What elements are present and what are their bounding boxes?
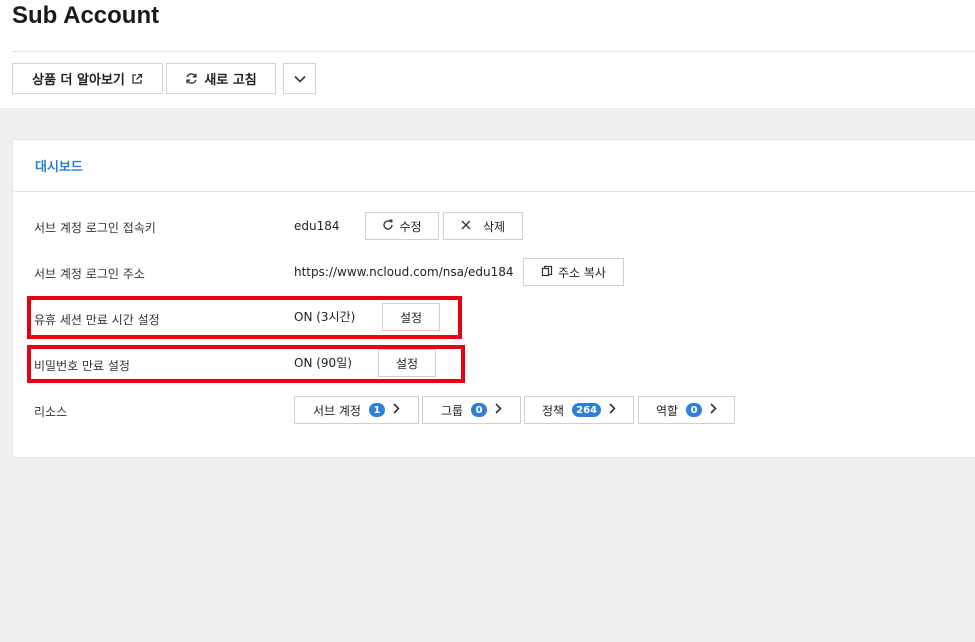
edit-label: 수정 <box>399 219 422 234</box>
resource-name: 서브 계정 <box>313 403 361 418</box>
chevron-right-icon <box>393 403 400 417</box>
resource-sub-account-button[interactable]: 서브 계정 1 <box>294 396 419 424</box>
login-key-value: edu184 <box>294 219 340 233</box>
resource-group-button[interactable]: 그룹 0 <box>422 396 521 424</box>
count-badge: 1 <box>368 403 385 417</box>
copy-icon <box>541 265 553 280</box>
close-icon <box>461 219 471 233</box>
header-divider <box>12 51 975 52</box>
learn-more-button[interactable]: 상품 더 알아보기 <box>12 63 163 94</box>
dashboard-title: 대시보드 <box>35 160 83 175</box>
resource-role-button[interactable]: 역할 0 <box>638 396 735 424</box>
resource-policy-button[interactable]: 정책 264 <box>524 396 634 424</box>
delete-login-key-button[interactable]: 삭제 <box>443 212 523 240</box>
copy-address-label: 주소 복사 <box>558 265 606 280</box>
password-expiry-highlight <box>27 345 465 383</box>
resource-name: 역할 <box>655 403 679 418</box>
login-key-label: 서브 계정 로그인 접속키 <box>34 221 156 235</box>
session-expiry-highlight <box>27 296 462 339</box>
learn-more-label: 상품 더 알아보기 <box>32 73 125 88</box>
more-dropdown-button[interactable] <box>283 63 316 94</box>
chevron-right-icon <box>609 403 616 417</box>
count-badge: 0 <box>471 403 488 417</box>
chevron-right-icon <box>495 403 502 417</box>
resource-name: 정책 <box>542 403 565 418</box>
copy-address-button[interactable]: 주소 복사 <box>523 258 624 286</box>
dashboard-divider <box>13 191 975 192</box>
refresh-label: 새로 고침 <box>204 73 257 88</box>
chevron-right-icon <box>710 403 717 417</box>
rotate-icon <box>382 219 394 234</box>
refresh-icon <box>185 72 198 85</box>
count-badge: 264 <box>572 403 601 417</box>
refresh-button[interactable]: 새로 고침 <box>166 63 276 94</box>
resources-label: 리소스 <box>34 405 68 419</box>
edit-login-key-button[interactable]: 수정 <box>365 212 439 240</box>
resource-name: 그룹 <box>440 403 464 418</box>
login-address-label: 서브 계정 로그인 주소 <box>34 267 145 281</box>
header-area: Sub Account 상품 더 알아보기 새로 고침 <box>0 0 975 108</box>
delete-label: 삭제 <box>482 219 506 234</box>
external-link-icon <box>131 73 143 85</box>
login-address-value: https://www.ncloud.com/nsa/edu184 <box>294 265 514 279</box>
chevron-down-icon <box>293 75 306 83</box>
count-badge: 0 <box>686 403 703 417</box>
page-title: Sub Account <box>12 2 160 29</box>
